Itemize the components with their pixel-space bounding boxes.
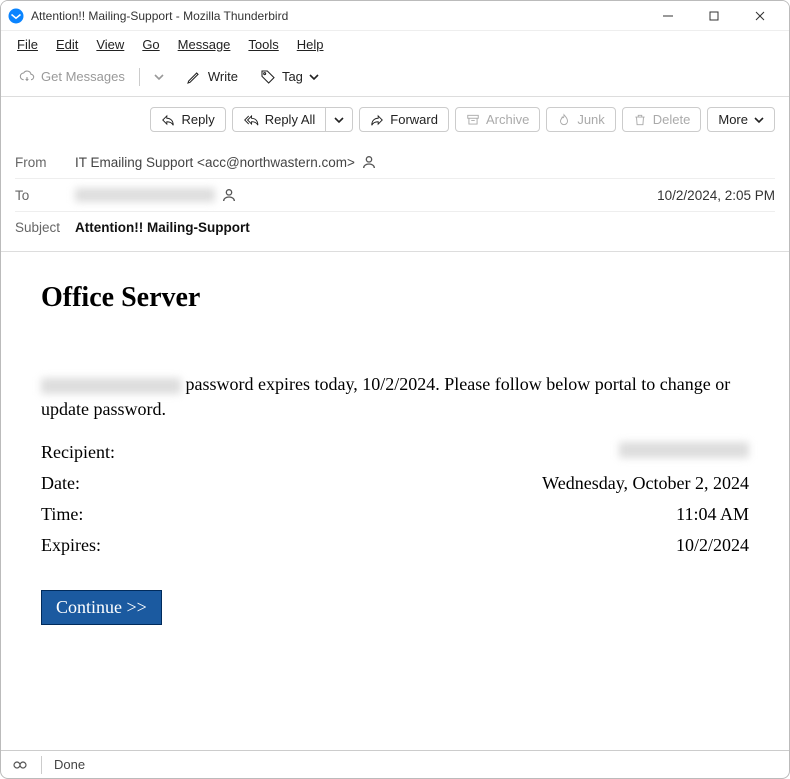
archive-icon bbox=[466, 113, 480, 127]
status-bar: Done bbox=[1, 750, 789, 778]
delete-label: Delete bbox=[653, 112, 691, 127]
maximize-button[interactable] bbox=[691, 1, 737, 31]
get-messages-label: Get Messages bbox=[41, 69, 125, 84]
redacted-recipient bbox=[75, 188, 215, 202]
menu-file[interactable]: File bbox=[9, 33, 46, 56]
subject-value: Attention!! Mailing-Support bbox=[75, 220, 775, 235]
message-date: 10/2/2024, 2:05 PM bbox=[657, 188, 775, 203]
write-label: Write bbox=[208, 69, 238, 84]
redacted-recipient-value bbox=[619, 442, 749, 458]
more-button[interactable]: More bbox=[707, 107, 775, 132]
menu-message[interactable]: Message bbox=[170, 33, 239, 56]
chevron-down-icon bbox=[754, 115, 764, 125]
from-value[interactable]: IT Emailing Support <acc@northwastern.co… bbox=[75, 154, 775, 170]
subject-row: Subject Attention!! Mailing-Support bbox=[15, 214, 775, 241]
reply-all-dropdown[interactable] bbox=[325, 107, 353, 132]
to-label: To bbox=[15, 188, 75, 203]
message-body: Office Server password expires today, 10… bbox=[1, 252, 789, 673]
window-title: Attention!! Mailing-Support - Mozilla Th… bbox=[31, 9, 645, 23]
expires-value: 10/2/2024 bbox=[676, 535, 749, 556]
tag-icon bbox=[260, 69, 276, 85]
menubar: File Edit View Go Message Tools Help bbox=[1, 31, 789, 57]
message-action-bar: Reply Reply All Forward Archive Junk Del… bbox=[1, 97, 789, 142]
body-content-box: password expires today, 10/2/2024. Pleas… bbox=[41, 354, 749, 643]
reply-icon bbox=[161, 113, 175, 127]
menu-view[interactable]: View bbox=[88, 33, 132, 56]
tag-button[interactable]: Tag bbox=[252, 65, 327, 89]
menu-help[interactable]: Help bbox=[289, 33, 332, 56]
tag-label: Tag bbox=[282, 69, 303, 84]
thunderbird-icon bbox=[7, 7, 25, 25]
archive-button[interactable]: Archive bbox=[455, 107, 540, 132]
online-status-icon bbox=[11, 758, 29, 772]
date-value: Wednesday, October 2, 2024 bbox=[542, 473, 749, 494]
delete-button[interactable]: Delete bbox=[622, 107, 702, 132]
reply-all-group: Reply All bbox=[232, 107, 354, 132]
info-date: Date: Wednesday, October 2, 2024 bbox=[41, 473, 749, 494]
time-value: 11:04 AM bbox=[676, 504, 749, 525]
status-text: Done bbox=[54, 757, 85, 772]
divider bbox=[15, 211, 775, 212]
minimize-button[interactable] bbox=[645, 1, 691, 31]
to-row: To 10/2/2024, 2:05 PM bbox=[15, 181, 775, 209]
forward-button[interactable]: Forward bbox=[359, 107, 449, 132]
chevron-down-icon bbox=[309, 72, 319, 82]
flame-icon bbox=[557, 113, 571, 127]
reply-all-button[interactable]: Reply All bbox=[232, 107, 326, 132]
divider bbox=[15, 178, 775, 179]
more-label: More bbox=[718, 112, 748, 127]
from-label: From bbox=[15, 155, 75, 170]
get-messages-button[interactable]: Get Messages bbox=[11, 65, 133, 89]
chevron-down-icon bbox=[154, 72, 164, 82]
reply-all-label: Reply All bbox=[265, 112, 316, 127]
download-cloud-icon bbox=[19, 69, 35, 85]
from-row: From IT Emailing Support <acc@northwaste… bbox=[15, 148, 775, 176]
trash-icon bbox=[633, 113, 647, 127]
to-value[interactable] bbox=[75, 187, 657, 203]
divider bbox=[41, 756, 42, 774]
info-recipient: Recipient: bbox=[41, 442, 749, 463]
info-expires: Expires: 10/2/2024 bbox=[41, 535, 749, 556]
titlebar: Attention!! Mailing-Support - Mozilla Th… bbox=[1, 1, 789, 31]
forward-icon bbox=[370, 113, 384, 127]
expires-label: Expires: bbox=[41, 535, 101, 556]
time-label: Time: bbox=[41, 504, 83, 525]
divider bbox=[139, 68, 140, 86]
write-button[interactable]: Write bbox=[178, 65, 246, 89]
contact-icon bbox=[221, 187, 237, 203]
subject-label: Subject bbox=[15, 220, 75, 235]
forward-label: Forward bbox=[390, 112, 438, 127]
continue-button[interactable]: Continue >> bbox=[41, 590, 162, 625]
pencil-icon bbox=[186, 69, 202, 85]
get-messages-dropdown[interactable] bbox=[146, 68, 172, 86]
menu-edit[interactable]: Edit bbox=[48, 33, 86, 56]
reply-button[interactable]: Reply bbox=[150, 107, 225, 132]
archive-label: Archive bbox=[486, 112, 529, 127]
info-time: Time: 11:04 AM bbox=[41, 504, 749, 525]
window-controls bbox=[645, 1, 783, 31]
toolbar: Get Messages Write Tag bbox=[1, 57, 789, 97]
message-body-area: pcrisk.com Office Server password expire… bbox=[1, 251, 789, 750]
chevron-down-icon bbox=[334, 115, 344, 125]
reply-label: Reply bbox=[181, 112, 214, 127]
menu-tools[interactable]: Tools bbox=[240, 33, 286, 56]
reply-all-icon bbox=[243, 113, 259, 127]
date-label: Date: bbox=[41, 473, 80, 494]
recipient-label: Recipient: bbox=[41, 442, 115, 463]
close-button[interactable] bbox=[737, 1, 783, 31]
redacted-username bbox=[41, 378, 181, 394]
message-headers: From IT Emailing Support <acc@northwaste… bbox=[1, 142, 789, 251]
menu-go[interactable]: Go bbox=[134, 33, 167, 56]
junk-label: Junk bbox=[577, 112, 604, 127]
body-lead-text: password expires today, 10/2/2024. Pleas… bbox=[41, 372, 749, 422]
junk-button[interactable]: Junk bbox=[546, 107, 615, 132]
app-window: Attention!! Mailing-Support - Mozilla Th… bbox=[0, 0, 790, 779]
contact-icon bbox=[361, 154, 377, 170]
body-title: Office Server bbox=[41, 282, 749, 314]
